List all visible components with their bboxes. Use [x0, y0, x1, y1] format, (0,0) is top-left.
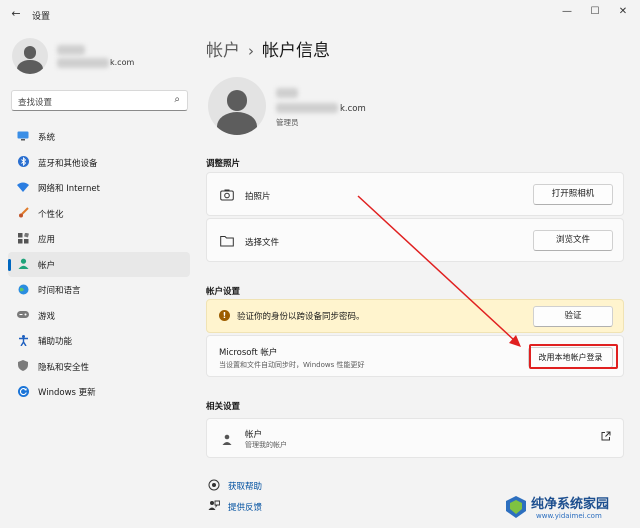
external-link-icon	[601, 431, 611, 444]
camera-icon	[219, 187, 235, 203]
breadcrumb-separator: ›	[248, 42, 254, 60]
related-account-title: 帐户	[245, 430, 263, 440]
update-icon	[17, 385, 29, 397]
watermark: 纯净系统家园 www.yidaimei.com	[506, 492, 634, 526]
account-icon	[17, 258, 29, 270]
sidebar-item-personalization[interactable]: 个性化	[8, 201, 190, 227]
feedback-icon	[208, 500, 220, 512]
sidebar-nav: 系统 蓝牙和其他设备 网络和 Internet 个性化 应用 帐户 时间和语言 …	[8, 124, 190, 405]
take-photo-label: 拍照片	[245, 192, 271, 202]
related-account-row[interactable]: 帐户 管理我的帐户	[206, 418, 624, 458]
watermark-logo	[506, 496, 526, 518]
account-role: 管理员	[276, 118, 299, 127]
close-icon[interactable]: ✕	[612, 4, 634, 20]
account-email: k.com	[340, 104, 366, 114]
warning-icon: !	[219, 310, 230, 321]
related-account-subtitle: 管理我的帐户	[245, 441, 287, 449]
title-bar: ← 设置 — ☐ ✕	[0, 0, 640, 28]
folder-icon	[219, 233, 235, 249]
redacted-account-email	[276, 103, 338, 113]
take-photo-row: 拍照片 打开照相机	[206, 172, 624, 216]
annotation-highlight-box	[529, 344, 618, 369]
sidebar-item-accounts[interactable]: 帐户	[8, 251, 190, 277]
maximize-icon[interactable]: ☐	[584, 4, 606, 20]
section-adjust-photo: 调整照片	[206, 159, 241, 169]
sidebar-item-bluetooth[interactable]: 蓝牙和其他设备	[8, 150, 190, 176]
help-icon	[208, 479, 220, 491]
network-icon	[17, 181, 29, 193]
section-account-settings: 帐户设置	[206, 287, 241, 297]
sidebar-item-network[interactable]: 网络和 Internet	[8, 175, 190, 201]
redacted-account-name	[276, 88, 298, 98]
microsoft-account-title: Microsoft 帐户	[219, 348, 278, 358]
bluetooth-icon	[17, 156, 29, 168]
open-camera-button[interactable]: 打开照相机	[533, 184, 613, 205]
page-title: 帐户信息	[262, 41, 330, 61]
redacted-email	[57, 58, 109, 68]
accessibility-icon	[17, 334, 29, 346]
sidebar-item-privacy[interactable]: 隐私和安全性	[8, 354, 190, 380]
breadcrumb: 帐户 › 帐户信息	[206, 36, 330, 61]
profile-avatar	[12, 38, 48, 74]
section-related-settings: 相关设置	[206, 402, 241, 412]
gamepad-icon	[17, 309, 29, 321]
verify-identity-banner: ! 验证你的身份以跨设备同步密码。 验证	[206, 299, 624, 333]
redacted-name	[57, 45, 85, 55]
minimize-icon[interactable]: —	[556, 4, 578, 20]
sidebar-item-gaming[interactable]: 游戏	[8, 303, 190, 329]
profile-email: k.com	[110, 58, 135, 67]
search-input[interactable]: 查找设置 ⌕	[11, 90, 188, 111]
sidebar-item-system[interactable]: 系统	[8, 124, 190, 150]
sidebar-item-time-language[interactable]: 时间和语言	[8, 277, 190, 303]
window-title: 设置	[32, 12, 51, 22]
globe-icon	[17, 283, 29, 295]
breadcrumb-parent[interactable]: 帐户	[206, 41, 240, 61]
shield-icon	[17, 360, 29, 372]
account-avatar	[208, 77, 266, 135]
person-icon	[219, 431, 235, 447]
watermark-title: 纯净系统家园	[531, 497, 610, 512]
search-icon: ⌕	[174, 94, 180, 105]
sidebar-item-accessibility[interactable]: 辅助功能	[8, 328, 190, 354]
sidebar-item-apps[interactable]: 应用	[8, 226, 190, 252]
browse-files-row: 选择文件 浏览文件	[206, 218, 624, 262]
active-indicator	[8, 258, 11, 271]
get-help-label: 获取帮助	[228, 482, 263, 492]
back-arrow-icon[interactable]: ←	[8, 7, 24, 21]
microsoft-account-subtitle: 当设置和文件自动同步时，Windows 性能更好	[219, 361, 365, 369]
browse-files-button[interactable]: 浏览文件	[533, 230, 613, 251]
verify-button[interactable]: 验证	[533, 306, 613, 327]
search-placeholder: 查找设置	[18, 98, 53, 108]
give-feedback-label: 提供反馈	[228, 503, 263, 513]
brush-icon	[17, 207, 29, 219]
choose-file-label: 选择文件	[245, 238, 280, 248]
verify-identity-text: 验证你的身份以跨设备同步密码。	[237, 312, 365, 322]
sidebar-item-windows-update[interactable]: Windows 更新	[8, 379, 190, 405]
apps-icon	[17, 232, 29, 244]
watermark-url: www.yidaimei.com	[536, 512, 602, 520]
system-icon	[17, 130, 29, 142]
